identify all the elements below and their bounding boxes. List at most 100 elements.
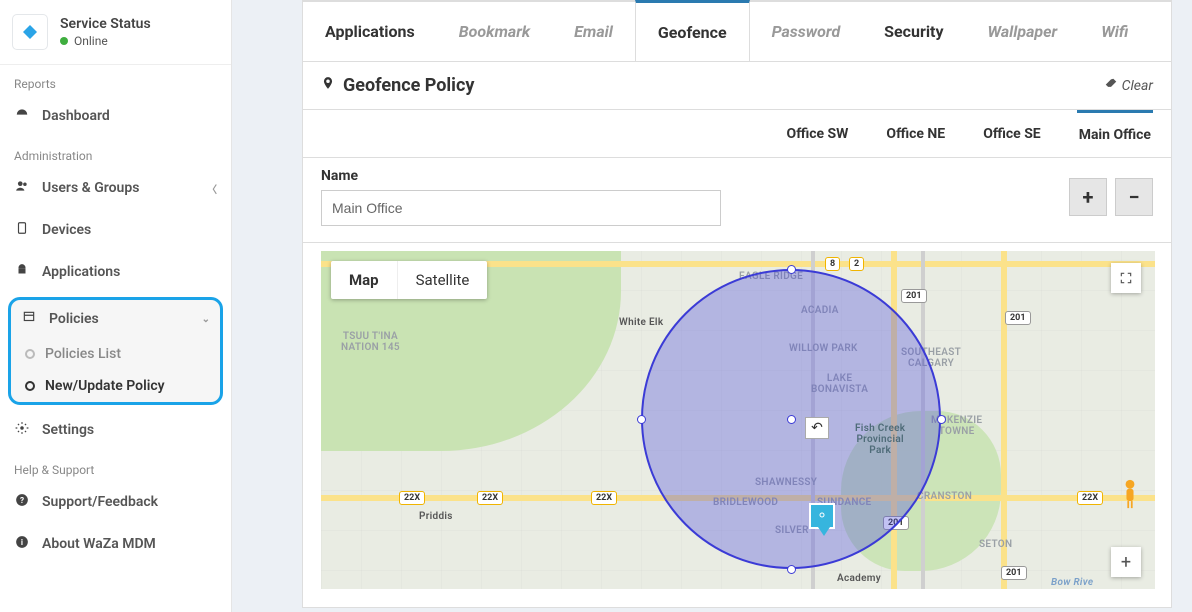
- map-label: Bow Rive: [1051, 577, 1093, 588]
- tab-wifi[interactable]: Wifi: [1079, 2, 1150, 61]
- info-icon: i: [14, 535, 30, 553]
- route-badge: 22X: [591, 491, 617, 505]
- geofence-handle-s[interactable]: [787, 565, 796, 574]
- service-status: Service Status Online: [0, 0, 231, 65]
- route-badge: 201: [1005, 311, 1031, 325]
- route-badge: 201: [901, 289, 927, 303]
- map-type-control: Map Satellite: [331, 261, 487, 299]
- route-badge: 22X: [399, 491, 425, 505]
- nav-policies-list[interactable]: Policies List: [11, 338, 220, 370]
- map-label: Priddis: [419, 511, 453, 522]
- subtab-main-office[interactable]: Main Office: [1077, 110, 1153, 157]
- panel-title-text: Geofence Policy: [343, 75, 474, 96]
- geofence-handle-c[interactable]: [787, 415, 796, 424]
- nav-users-label: Users & Groups: [42, 180, 139, 196]
- map-label: SETON: [979, 539, 1012, 550]
- map-label: CRANSTON: [917, 491, 972, 502]
- nav-policies[interactable]: Policies ⌄: [11, 300, 220, 338]
- nav-users-groups[interactable]: Users & Groups 〈: [0, 167, 231, 209]
- subtab-office-sw[interactable]: Office SW: [785, 112, 851, 156]
- nav-support[interactable]: ? Support/Feedback: [0, 481, 231, 523]
- name-label: Name: [321, 168, 721, 184]
- map-fullscreen-button[interactable]: [1111, 263, 1141, 293]
- map-label: Academy: [837, 573, 881, 584]
- geofence-map[interactable]: 8 2 201 201 22X 22X 22X 22X 201 201 TSUU…: [321, 251, 1155, 589]
- nav-new-policy-label: New/Update Policy: [45, 378, 165, 394]
- chevron-left-icon: 〈: [207, 181, 217, 196]
- nav-devices[interactable]: Devices: [0, 209, 231, 251]
- android-icon: [14, 263, 30, 281]
- map-label: White Elk: [619, 317, 663, 328]
- nav-support-label: Support/Feedback: [42, 494, 158, 510]
- clear-button[interactable]: Clear: [1104, 77, 1153, 95]
- policies-icon: [21, 310, 37, 328]
- gear-icon: [14, 421, 30, 439]
- nav-devices-label: Devices: [42, 222, 91, 238]
- nav-settings[interactable]: Settings: [0, 409, 231, 451]
- tab-bookmark[interactable]: Bookmark: [437, 2, 552, 61]
- add-geofence-button[interactable]: +: [1069, 178, 1107, 216]
- panel-title: Geofence Policy: [321, 74, 474, 97]
- geofence-panel: Geofence Policy Clear Office SW Office N…: [302, 62, 1172, 608]
- geofence-subtabs: Office SW Office NE Office SE Main Offic…: [303, 110, 1171, 158]
- tab-wallpaper[interactable]: Wallpaper: [966, 2, 1080, 61]
- chevron-down-icon: ⌄: [202, 314, 210, 325]
- eraser-icon: [1104, 77, 1118, 95]
- status-indicator: Online: [60, 34, 151, 48]
- remove-geofence-button[interactable]: −: [1115, 178, 1153, 216]
- nav-settings-label: Settings: [42, 422, 94, 438]
- geofence-marker-icon[interactable]: [809, 503, 835, 529]
- clear-label: Clear: [1122, 78, 1153, 94]
- map-type-satellite[interactable]: Satellite: [398, 261, 488, 299]
- circle-icon: [25, 381, 35, 391]
- geofence-handle-w[interactable]: [637, 415, 646, 424]
- circle-icon: [25, 349, 35, 359]
- section-admin: Administration: [0, 137, 231, 167]
- tab-password[interactable]: Password: [750, 2, 863, 61]
- tab-geofence[interactable]: Geofence: [635, 0, 750, 61]
- sidebar: Service Status Online Reports Dashboard …: [0, 0, 232, 612]
- users-icon: [14, 179, 30, 197]
- nav-new-update-policy[interactable]: New/Update Policy: [11, 370, 220, 402]
- map-label: TSUU T'INA NATION 145: [341, 331, 400, 353]
- status-title: Service Status: [60, 16, 151, 32]
- section-reports: Reports: [0, 65, 231, 95]
- tab-security[interactable]: Security: [862, 2, 965, 61]
- geofence-name-input[interactable]: [321, 190, 721, 226]
- nav-dashboard[interactable]: Dashboard: [0, 95, 231, 137]
- route-badge: 22X: [1077, 491, 1103, 505]
- geofence-handle-n[interactable]: [787, 265, 796, 274]
- policy-tabs: Applications Bookmark Email Geofence Pas…: [302, 0, 1172, 62]
- svg-text:?: ?: [20, 495, 24, 505]
- app-logo-icon: [12, 14, 48, 50]
- subtab-office-se[interactable]: Office SE: [981, 112, 1043, 156]
- nav-about-label: About WaZa MDM: [42, 536, 156, 552]
- geofence-handle-e[interactable]: [937, 415, 946, 424]
- map-type-map[interactable]: Map: [331, 261, 398, 299]
- svg-text:i: i: [21, 537, 23, 547]
- pegman-icon[interactable]: [1119, 479, 1141, 509]
- dashboard-icon: [14, 107, 30, 125]
- route-badge: 2: [849, 257, 864, 271]
- nav-applications[interactable]: Applications: [0, 251, 231, 293]
- route-badge: 8: [825, 257, 840, 271]
- status-dot-icon: [60, 37, 68, 45]
- map-undo-button[interactable]: ↶: [805, 417, 829, 439]
- route-badge: 201: [1001, 566, 1027, 580]
- tab-email[interactable]: Email: [552, 2, 635, 61]
- tab-applications[interactable]: Applications: [303, 2, 437, 61]
- section-help: Help & Support: [0, 451, 231, 481]
- nav-policies-list-label: Policies List: [45, 346, 121, 362]
- route-badge: 22X: [477, 491, 503, 505]
- nav-policies-group: Policies ⌄ Policies List New/Update Poli…: [8, 297, 223, 405]
- map-zoom-in-button[interactable]: +: [1111, 547, 1141, 577]
- nav-dashboard-label: Dashboard: [42, 108, 110, 124]
- subtab-office-ne[interactable]: Office NE: [884, 112, 947, 156]
- nav-about[interactable]: i About WaZa MDM: [0, 523, 231, 565]
- help-icon: ?: [14, 493, 30, 511]
- pin-icon: [321, 74, 335, 97]
- devices-icon: [14, 221, 30, 239]
- nav-policies-label: Policies: [49, 311, 99, 327]
- status-text: Online: [74, 34, 108, 48]
- main-content: Applications Bookmark Email Geofence Pas…: [232, 0, 1192, 612]
